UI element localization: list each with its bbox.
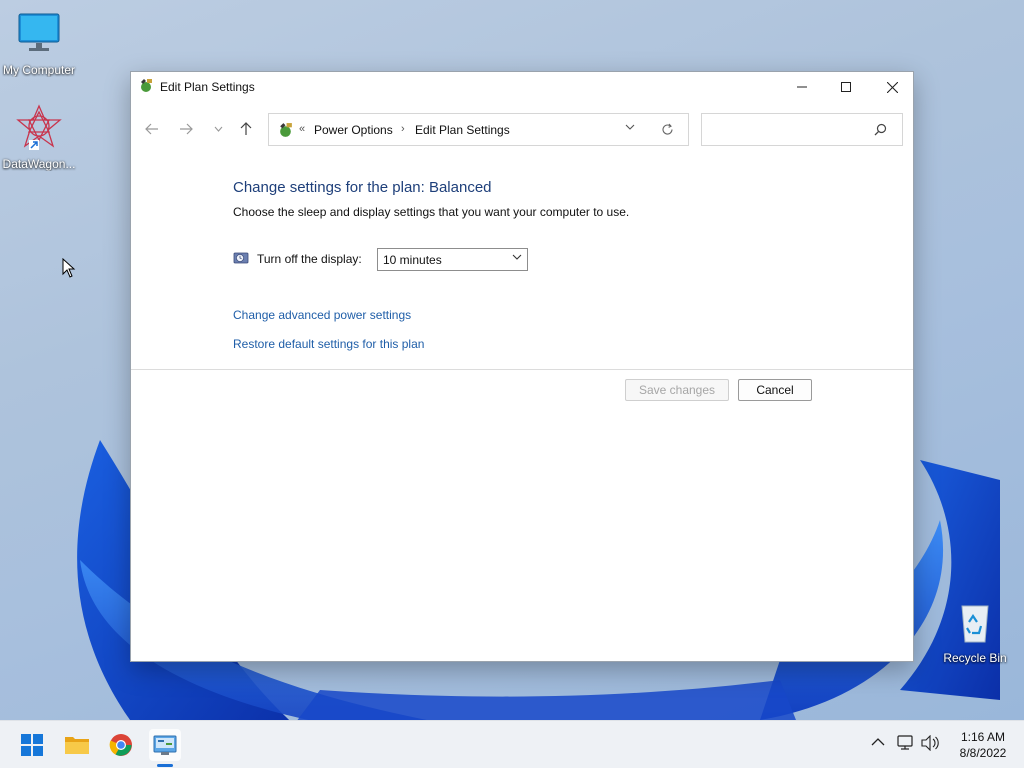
divider xyxy=(131,369,913,370)
close-icon xyxy=(886,81,898,93)
save-changes-button[interactable]: Save changes xyxy=(625,379,729,401)
mouse-pointer-icon xyxy=(62,258,76,278)
clock-time: 1:16 AM xyxy=(960,730,1006,744)
breadcrumb-edit-plan-settings[interactable]: Edit Plan Settings xyxy=(415,123,510,137)
minimize-button[interactable] xyxy=(779,72,825,102)
back-button[interactable] xyxy=(141,119,163,139)
turn-off-display-label: Turn off the display: xyxy=(257,252,362,266)
navigation-bar: « Power Options › Edit Plan Settings xyxy=(131,110,915,148)
clock-date: 8/8/2022 xyxy=(959,746,1007,760)
chrome-icon xyxy=(109,734,132,756)
search-icon[interactable] xyxy=(874,123,887,136)
turn-off-display-value: 10 minutes xyxy=(383,253,442,267)
taskbar-control-panel[interactable] xyxy=(149,729,181,767)
active-indicator xyxy=(157,764,173,767)
maximize-icon xyxy=(841,82,851,92)
desktop-icon-label: My Computer xyxy=(2,63,76,77)
recent-locations-button[interactable] xyxy=(207,119,229,139)
cancel-button[interactable]: Cancel xyxy=(738,379,812,401)
arrow-up-icon xyxy=(240,122,252,135)
speaker-icon xyxy=(921,734,939,752)
taskbar-chrome[interactable] xyxy=(105,729,137,761)
search-input[interactable] xyxy=(708,120,868,140)
display-clock-icon xyxy=(233,252,249,264)
start-button[interactable] xyxy=(16,729,48,761)
recycle-bin-icon xyxy=(961,605,989,643)
power-options-icon xyxy=(280,123,292,137)
arrow-right-icon xyxy=(180,123,193,135)
control-panel-icon xyxy=(153,735,177,755)
taskbar: 1:16 AM 8/8/2022 xyxy=(0,720,1024,768)
desktop-icon-label: DataWagon... xyxy=(2,157,76,171)
network-icon xyxy=(897,735,913,750)
chevron-down-icon xyxy=(512,254,522,260)
change-advanced-power-settings-link[interactable]: Change advanced power settings xyxy=(233,308,411,322)
up-button[interactable] xyxy=(235,119,257,139)
file-explorer-icon xyxy=(65,737,89,754)
start-icon xyxy=(21,734,43,756)
maximize-button[interactable] xyxy=(823,72,869,102)
volume-button[interactable] xyxy=(921,734,939,754)
page-description: Choose the sleep and display settings th… xyxy=(233,205,630,219)
taskbar-file-explorer[interactable] xyxy=(61,729,93,761)
datawagon-shortcut-icon xyxy=(16,104,62,150)
page-title: Change settings for the plan: Balanced xyxy=(233,179,492,196)
close-button[interactable] xyxy=(869,72,915,102)
desktop-icon-label: Recycle Bin xyxy=(943,651,1007,665)
breadcrumb-separator[interactable]: › xyxy=(401,123,405,135)
network-status-button[interactable] xyxy=(897,735,915,754)
power-options-icon xyxy=(141,79,152,92)
turn-off-display-select[interactable]: 10 minutes xyxy=(377,248,528,271)
arrow-left-icon xyxy=(145,123,158,135)
minimize-icon xyxy=(797,86,807,88)
restore-default-settings-link[interactable]: Restore default settings for this plan xyxy=(233,337,424,351)
show-hidden-icons-button[interactable] xyxy=(871,735,885,749)
chevron-up-icon xyxy=(871,738,885,746)
address-bar[interactable]: « Power Options › Edit Plan Settings xyxy=(268,113,689,146)
breadcrumb-power-options[interactable]: Power Options xyxy=(314,123,393,137)
chevron-down-icon[interactable] xyxy=(625,124,635,131)
forward-button[interactable] xyxy=(175,119,197,139)
desktop-icon-my-computer[interactable]: My Computer xyxy=(0,10,78,77)
monitor-icon xyxy=(18,13,60,51)
refresh-icon[interactable] xyxy=(661,123,674,136)
breadcrumb-overflow[interactable]: « xyxy=(299,123,305,135)
edit-plan-settings-window: Edit Plan Settings « Power Options › Edi… xyxy=(130,71,914,662)
title-bar[interactable]: Edit Plan Settings xyxy=(131,72,913,102)
window-title: Edit Plan Settings xyxy=(160,80,255,94)
system-clock[interactable]: 1:16 AM 8/8/2022 xyxy=(948,729,1018,761)
search-box[interactable] xyxy=(701,113,903,146)
chevron-down-icon xyxy=(214,126,222,132)
desktop-icon-datawagon[interactable]: DataWagon... xyxy=(0,104,78,171)
desktop-icon-recycle-bin[interactable]: Recycle Bin xyxy=(936,598,1014,665)
